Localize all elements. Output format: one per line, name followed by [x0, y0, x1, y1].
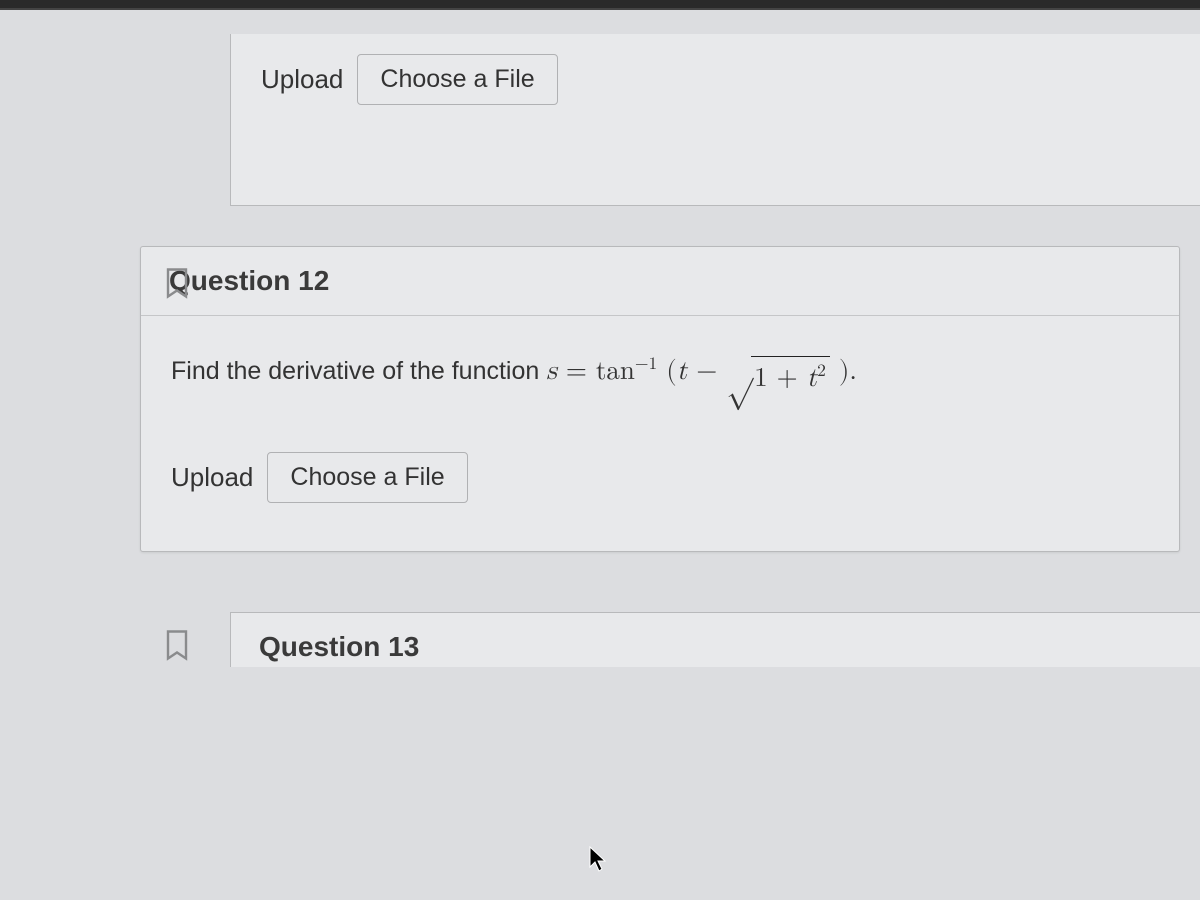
app-topbar	[0, 0, 1200, 10]
math-formula: s = tan−1 (t − √ 1 + t2 ).	[546, 358, 857, 385]
upload-row: Upload Choose a File	[141, 428, 1179, 551]
formula-t2: t	[807, 365, 818, 392]
formula-close-paren: ).	[839, 358, 857, 385]
choose-file-button[interactable]: Choose a File	[357, 54, 557, 105]
cursor-icon	[588, 846, 610, 874]
question-13-card-head: Question 13	[230, 612, 1200, 667]
previous-question-card-tail: Upload Choose a File	[230, 34, 1200, 206]
formula-plus: +	[768, 365, 807, 392]
upload-row: Upload Choose a File	[231, 34, 1200, 205]
formula-sqrt: √ 1 + t2	[726, 354, 830, 400]
bookmark-icon[interactable]	[154, 622, 200, 668]
formula-radicand: 1 + t2	[751, 356, 830, 400]
quiz-page: Upload Choose a File Question 12 Find th…	[0, 34, 1200, 667]
formula-eq: =	[566, 358, 596, 385]
prompt-text: Find the derivative of the function	[171, 357, 546, 385]
formula-var-s: s	[546, 358, 557, 385]
question-header: Question 12	[141, 247, 1179, 316]
question-header: Question 13	[231, 613, 1200, 667]
upload-label: Upload	[171, 462, 253, 493]
formula-one: 1	[754, 365, 768, 392]
question-prompt: Find the derivative of the function s = …	[141, 316, 1179, 428]
formula-open-paren: (	[666, 358, 677, 385]
choose-file-button[interactable]: Choose a File	[267, 452, 467, 503]
bookmark-icon[interactable]	[154, 260, 200, 306]
formula-fn: tan	[596, 358, 635, 385]
formula-sq: 2	[817, 363, 826, 380]
sqrt-sign-icon: √	[726, 354, 753, 386]
formula-minus: −	[687, 358, 726, 385]
question-12-card: Question 12 Find the derivative of the f…	[140, 246, 1180, 552]
formula-t1: t	[677, 358, 688, 385]
formula-sup: −1	[635, 356, 657, 373]
upload-label: Upload	[261, 64, 343, 95]
